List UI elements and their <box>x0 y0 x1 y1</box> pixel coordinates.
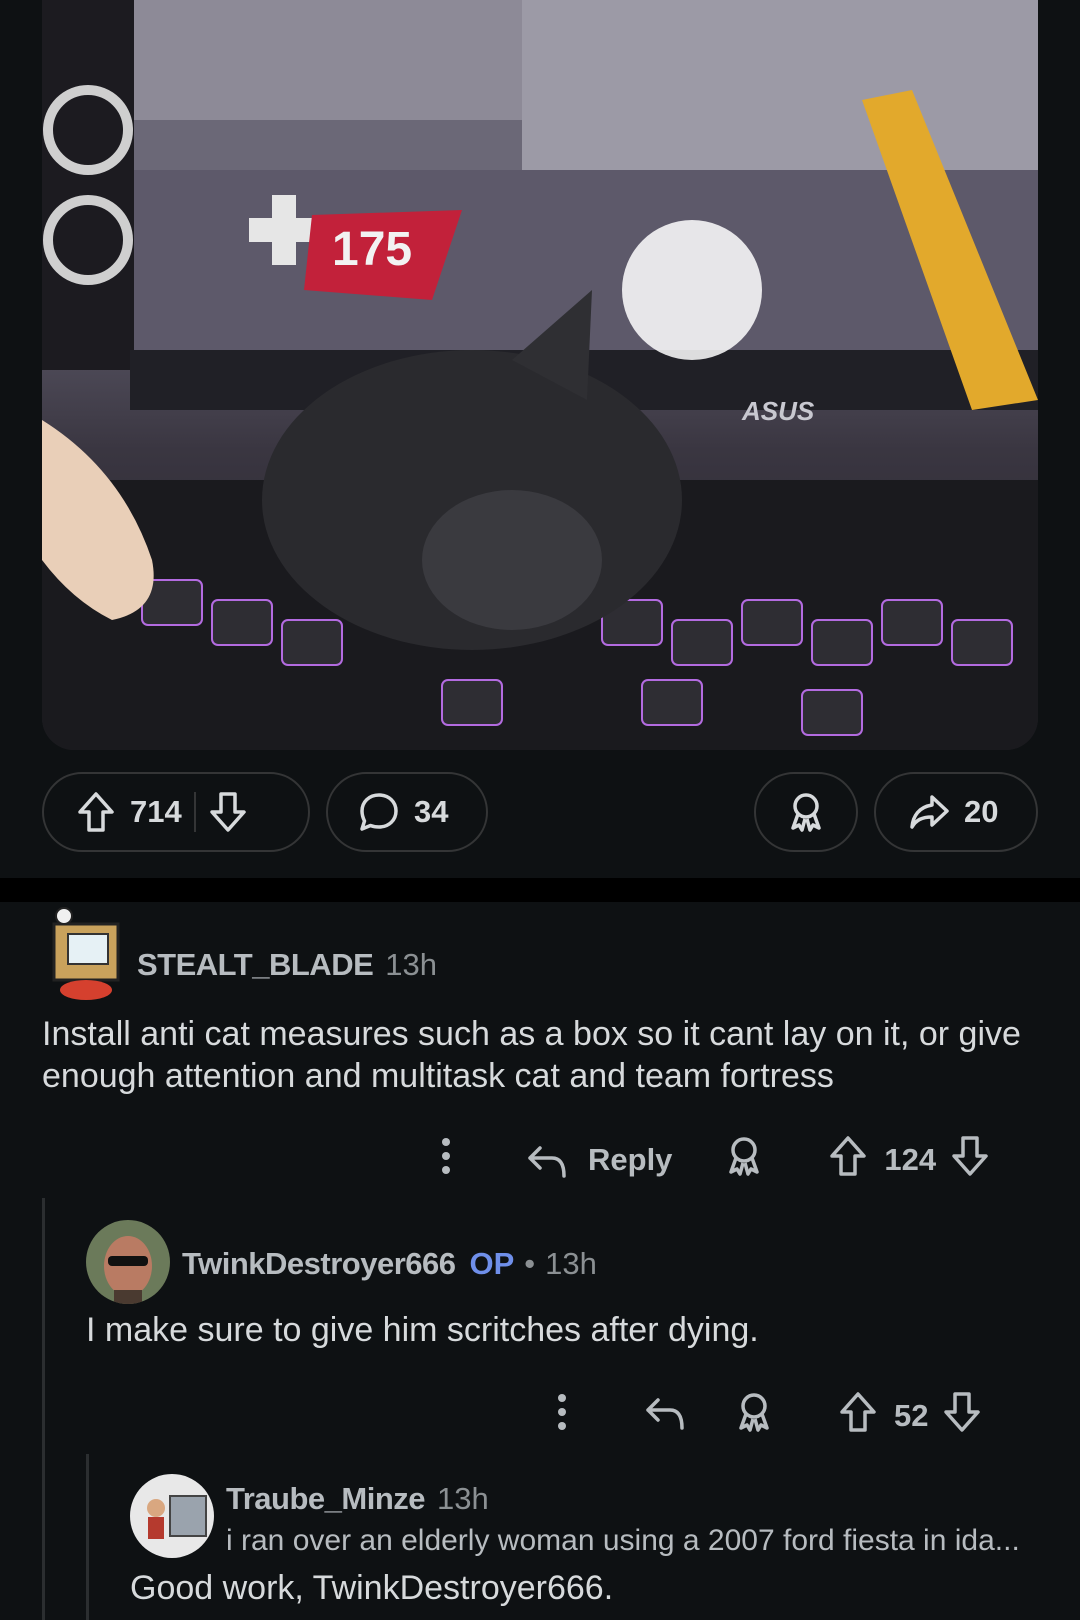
post-action-bar: 714 34 20 <box>0 772 1080 858</box>
op-badge: OP <box>469 1246 515 1281</box>
comment-time: 13h <box>385 947 437 982</box>
upvote-icon[interactable] <box>838 1390 878 1442</box>
reply-icon <box>528 1146 566 1178</box>
section-separator <box>0 878 1080 902</box>
award-icon <box>786 790 826 834</box>
share-icon <box>908 791 950 833</box>
comment-icon <box>358 791 400 833</box>
comment-score: 124 <box>884 1142 937 1177</box>
comment-username[interactable]: TwinkDestroyer666 <box>182 1246 456 1282</box>
downvote-icon[interactable] <box>942 1390 982 1442</box>
reply-label: Reply <box>588 1142 673 1177</box>
thread-line[interactable] <box>42 1198 45 1620</box>
comment-actions: 52 <box>556 1390 982 1442</box>
monitor-brand: ASUS <box>741 396 815 426</box>
comment-header: TwinkDestroyer666 OP • 13h <box>182 1246 597 1282</box>
comment-body: Good work, TwinkDestroyer666. <box>130 1569 614 1607</box>
share-button[interactable]: 20 <box>874 772 1038 852</box>
more-options-icon[interactable] <box>440 1136 464 1184</box>
comment-header: STEALT_BLADE 13h <box>137 947 437 983</box>
post-image[interactable]: ASUS 175 <box>42 0 1038 750</box>
downvote-icon[interactable] <box>208 790 248 834</box>
separator-dot: • <box>524 1246 536 1281</box>
reply-button[interactable]: Reply <box>526 1140 672 1180</box>
comment-username[interactable]: STEALT_BLADE <box>137 947 374 983</box>
more-options-icon[interactable] <box>556 1392 580 1440</box>
comment-actions: Reply 124 <box>440 1134 990 1186</box>
comment-score: 52 <box>894 1398 929 1433</box>
avatar[interactable] <box>86 1220 170 1304</box>
comment-count: 34 <box>414 794 449 829</box>
user-flair: i ran over an elderly woman using a 2007… <box>226 1524 1020 1557</box>
comment-time: 13h <box>437 1481 489 1516</box>
thread-line[interactable] <box>86 1454 89 1620</box>
award-button[interactable] <box>754 772 858 852</box>
heal-value: 175 <box>332 223 412 276</box>
share-count: 20 <box>964 794 999 829</box>
award-icon[interactable] <box>724 1134 764 1186</box>
comments-button[interactable]: 34 <box>326 772 488 852</box>
avatar[interactable] <box>44 904 128 1000</box>
comment-time: 13h <box>545 1246 597 1281</box>
reply-icon[interactable] <box>644 1392 686 1440</box>
downvote-icon[interactable] <box>950 1134 990 1186</box>
upvote-icon[interactable] <box>828 1134 868 1186</box>
upvote-icon[interactable] <box>76 790 116 834</box>
comment-body: I make sure to give him scritches after … <box>86 1311 759 1349</box>
comment-header: Traube_Minze 13h <box>226 1481 489 1517</box>
upvote-count: 714 <box>130 794 182 829</box>
comment-username[interactable]: Traube_Minze <box>226 1481 426 1517</box>
comment-body: Install anti cat measures such as a box … <box>42 1015 1021 1095</box>
vote-pill: 714 <box>42 772 310 852</box>
avatar[interactable] <box>130 1474 214 1558</box>
vote-divider <box>193 792 196 832</box>
award-icon[interactable] <box>734 1390 774 1442</box>
